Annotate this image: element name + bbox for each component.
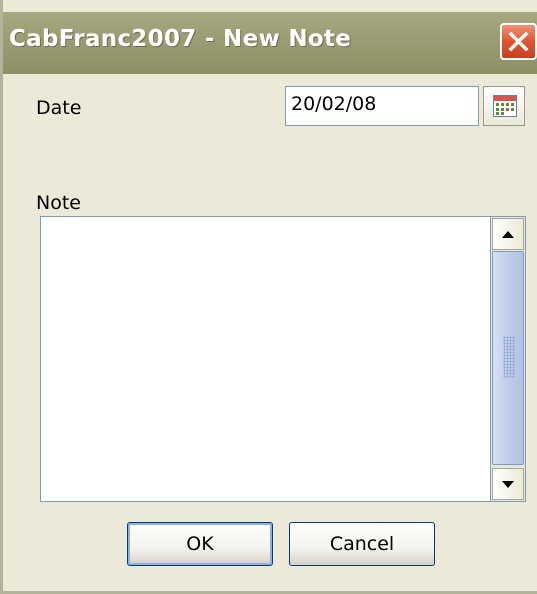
note-label: Note [36, 192, 81, 214]
ok-button[interactable]: OK [127, 522, 273, 566]
calendar-icon [493, 95, 517, 117]
new-note-dialog: CabFranc2007 - New Note Date 20/02/08 No… [0, 0, 537, 594]
cancel-button[interactable]: Cancel [289, 522, 435, 566]
date-label: Date [36, 97, 82, 119]
date-input[interactable]: 20/02/08 [285, 86, 479, 126]
scroll-up-icon [502, 231, 514, 238]
title-bar[interactable]: CabFranc2007 - New Note [3, 12, 537, 74]
close-icon [508, 31, 529, 52]
note-textarea[interactable] [40, 216, 490, 502]
scroll-thumb[interactable] [492, 251, 524, 465]
calendar-button[interactable] [483, 86, 525, 126]
scroll-grip-icon [503, 336, 515, 378]
scroll-down-icon [502, 481, 514, 488]
scroll-up-button[interactable] [492, 218, 524, 250]
scroll-down-button[interactable] [492, 468, 524, 500]
close-button[interactable] [500, 23, 537, 60]
window-title: CabFranc2007 - New Note [9, 26, 352, 52]
note-scrollbar[interactable] [490, 216, 526, 502]
